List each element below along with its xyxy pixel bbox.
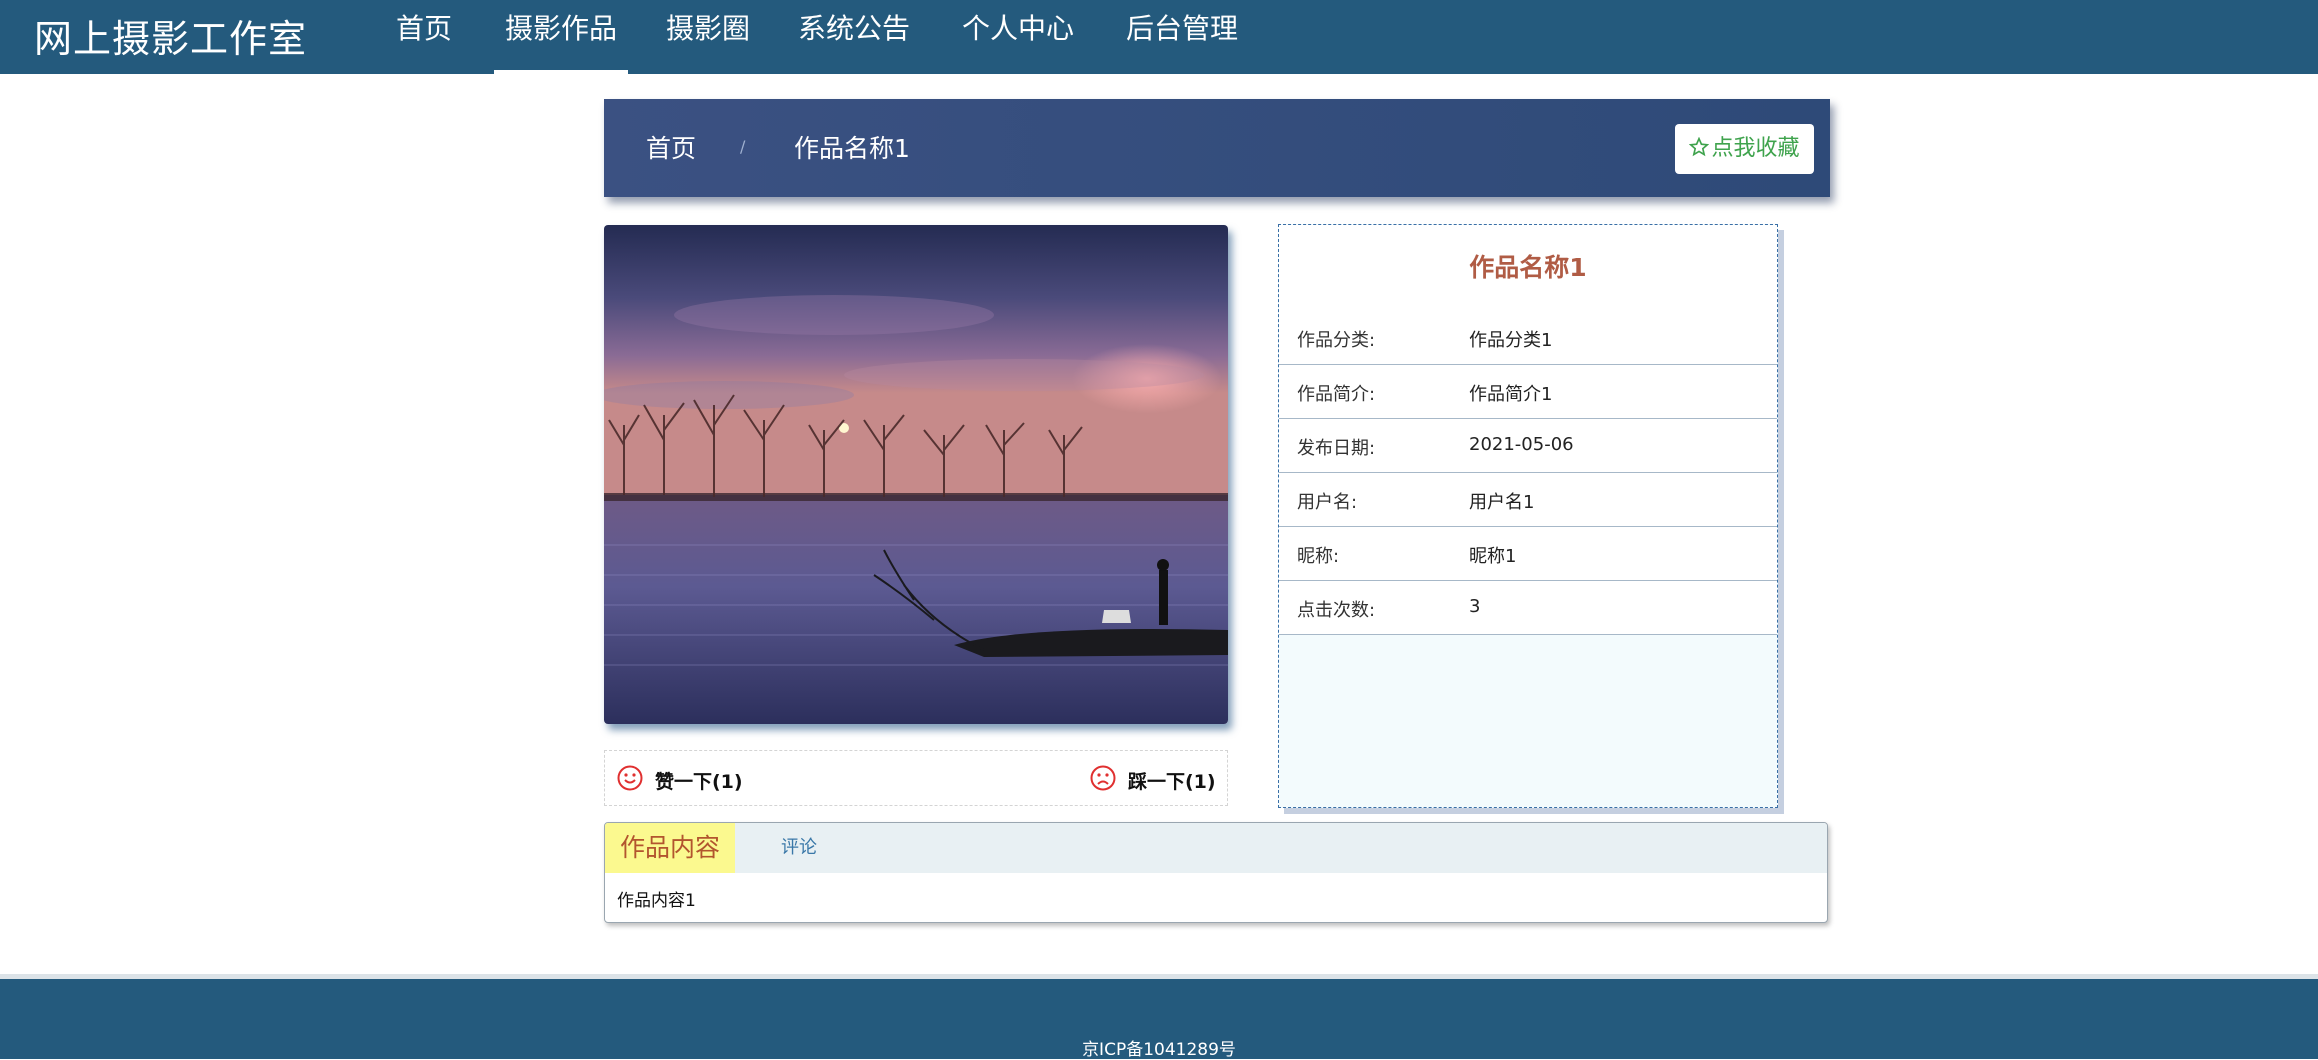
info-value: 昵称1 <box>1469 546 1517 567</box>
info-key: 作品分类: <box>1297 330 1376 351</box>
site-brand[interactable]: 网上摄影工作室 <box>34 8 307 63</box>
work-title: 作品名称1 <box>1279 225 1777 311</box>
favorite-button-label: 点我收藏 <box>1711 136 1800 161</box>
info-row-nickname: 昵称: 昵称1 <box>1279 527 1777 581</box>
star-outline-icon <box>1689 136 1710 157</box>
reaction-bar: 赞一下(1) 踩一下(1) <box>604 750 1228 806</box>
info-row-category: 作品分类: 作品分类1 <box>1279 311 1777 365</box>
nav-item-home[interactable]: 首页 <box>386 0 462 74</box>
breadcrumb-home[interactable]: 首页 <box>646 129 696 165</box>
info-key: 发布日期: <box>1297 438 1376 459</box>
nav-item-admin[interactable]: 后台管理 <box>1120 0 1244 74</box>
info-value: 作品简介1 <box>1469 384 1553 405</box>
info-value: 2021-05-06 <box>1469 434 1574 455</box>
info-row-clicks: 点击次数: 3 <box>1279 581 1777 635</box>
smile-icon <box>617 765 643 791</box>
info-row-intro: 作品简介: 作品简介1 <box>1279 365 1777 419</box>
favorite-button[interactable]: 点我收藏 <box>1675 124 1814 174</box>
nav-item-circle[interactable]: 摄影圈 <box>660 0 756 74</box>
breadcrumb-current: 作品名称1 <box>794 134 910 163</box>
top-navbar: 网上摄影工作室 首页 摄影作品 摄影圈 系统公告 个人中心 后台管理 <box>0 0 2318 74</box>
tab-comments[interactable]: 评论 <box>781 823 817 873</box>
content-tabs: 作品内容 评论 作品内容1 <box>604 822 1828 923</box>
work-photo-image <box>604 225 1228 724</box>
breadcrumb-banner: 首页 / 作品名称1 点我收藏 <box>604 99 1830 197</box>
tab-content[interactable]: 作品内容 <box>605 823 735 873</box>
tab-header: 作品内容 评论 <box>605 823 1827 873</box>
like-label: 赞一下(1) <box>655 771 743 793</box>
frown-icon <box>1090 765 1116 791</box>
info-key: 昵称: <box>1297 546 1340 567</box>
nav-item-profile[interactable]: 个人中心 <box>956 0 1080 74</box>
breadcrumb-separator: / <box>740 137 746 156</box>
nav-item-notice[interactable]: 系统公告 <box>792 0 916 74</box>
info-value: 用户名1 <box>1469 492 1535 513</box>
work-photo[interactable] <box>604 225 1228 724</box>
info-row-date: 发布日期: 2021-05-06 <box>1279 419 1777 473</box>
info-key: 点击次数: <box>1297 600 1376 621</box>
nav-item-works[interactable]: 摄影作品 <box>494 0 628 74</box>
footer: 京ICP备1041289号 <box>0 974 2318 1060</box>
info-row-username: 用户名: 用户名1 <box>1279 473 1777 527</box>
work-info-panel: 作品名称1 作品分类: 作品分类1 作品简介: 作品简介1 发布日期: 2021… <box>1278 224 1778 808</box>
info-value: 作品分类1 <box>1469 330 1553 351</box>
info-key: 用户名: <box>1297 492 1358 513</box>
tab-body-text: 作品内容1 <box>617 891 696 911</box>
icp-license[interactable]: 京ICP备1041289号 <box>0 1035 2318 1060</box>
dislike-label: 踩一下(1) <box>1128 771 1216 793</box>
info-value: 3 <box>1469 596 1481 617</box>
info-key: 作品简介: <box>1297 384 1376 405</box>
